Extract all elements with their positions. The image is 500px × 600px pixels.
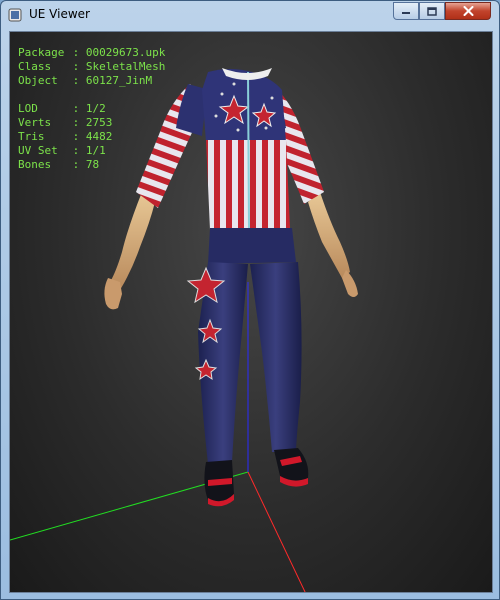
3d-viewport[interactable]: Package : 00029673.upk Class : SkeletalM… xyxy=(9,31,493,593)
pants-right-leg xyxy=(250,262,302,452)
lod-value: 1/2 xyxy=(85,102,106,115)
star-decor xyxy=(270,96,274,100)
left-arm xyxy=(110,192,155,290)
right-arm xyxy=(308,192,350,278)
star-decor xyxy=(236,128,240,132)
bones-value: 78 xyxy=(85,158,100,171)
verts-value: 2753 xyxy=(85,116,113,129)
left-hand xyxy=(104,278,122,310)
right-hand xyxy=(342,270,358,297)
app-window: UE Viewer Package: 00029673.upk Class:… xyxy=(0,0,500,600)
info-row-tris: Tris : 4482 xyxy=(18,130,113,143)
tris-value: 4482 xyxy=(85,130,113,143)
package-value: 00029673.upk xyxy=(85,46,166,59)
shirt-zipper xyxy=(247,71,250,231)
object-value: 60127_JinM xyxy=(85,74,153,87)
info-row-class: Class : SkeletalMesh xyxy=(18,60,166,73)
info-row-lod: LOD : 1/2 xyxy=(18,102,106,115)
star-decor xyxy=(214,114,218,118)
shirt-upper xyxy=(202,69,286,142)
info-row-bones: Bones : 78 xyxy=(18,158,100,171)
info-row-verts: Verts : 2753 xyxy=(18,116,113,129)
title-bar[interactable]: UE Viewer xyxy=(1,1,499,29)
maximize-icon xyxy=(427,6,437,16)
uvset-value: 1/1 xyxy=(85,144,106,157)
maximize-button[interactable] xyxy=(419,2,445,20)
app-icon xyxy=(8,8,22,22)
minimize-icon xyxy=(402,12,410,14)
pants-waist xyxy=(208,228,296,264)
window-title: UE Viewer xyxy=(29,7,90,21)
mesh-info-overlay: Package : 00029673.upk Class : SkeletalM… xyxy=(18,46,165,172)
star-decor xyxy=(264,126,268,130)
info-row-package: Package : 00029673.upk xyxy=(18,46,166,59)
right-shoe xyxy=(274,448,309,481)
class-value: SkeletalMesh xyxy=(85,60,166,73)
axis-x-line xyxy=(247,471,306,592)
info-row-object: Object : 60127_JinM xyxy=(18,74,153,87)
star-decor xyxy=(232,82,236,86)
info-row-uvset: UV Set : 1/1 xyxy=(18,144,106,157)
close-icon xyxy=(463,6,473,16)
close-button[interactable] xyxy=(445,2,491,20)
minimize-button[interactable] xyxy=(393,2,419,20)
star-decor xyxy=(220,92,224,96)
